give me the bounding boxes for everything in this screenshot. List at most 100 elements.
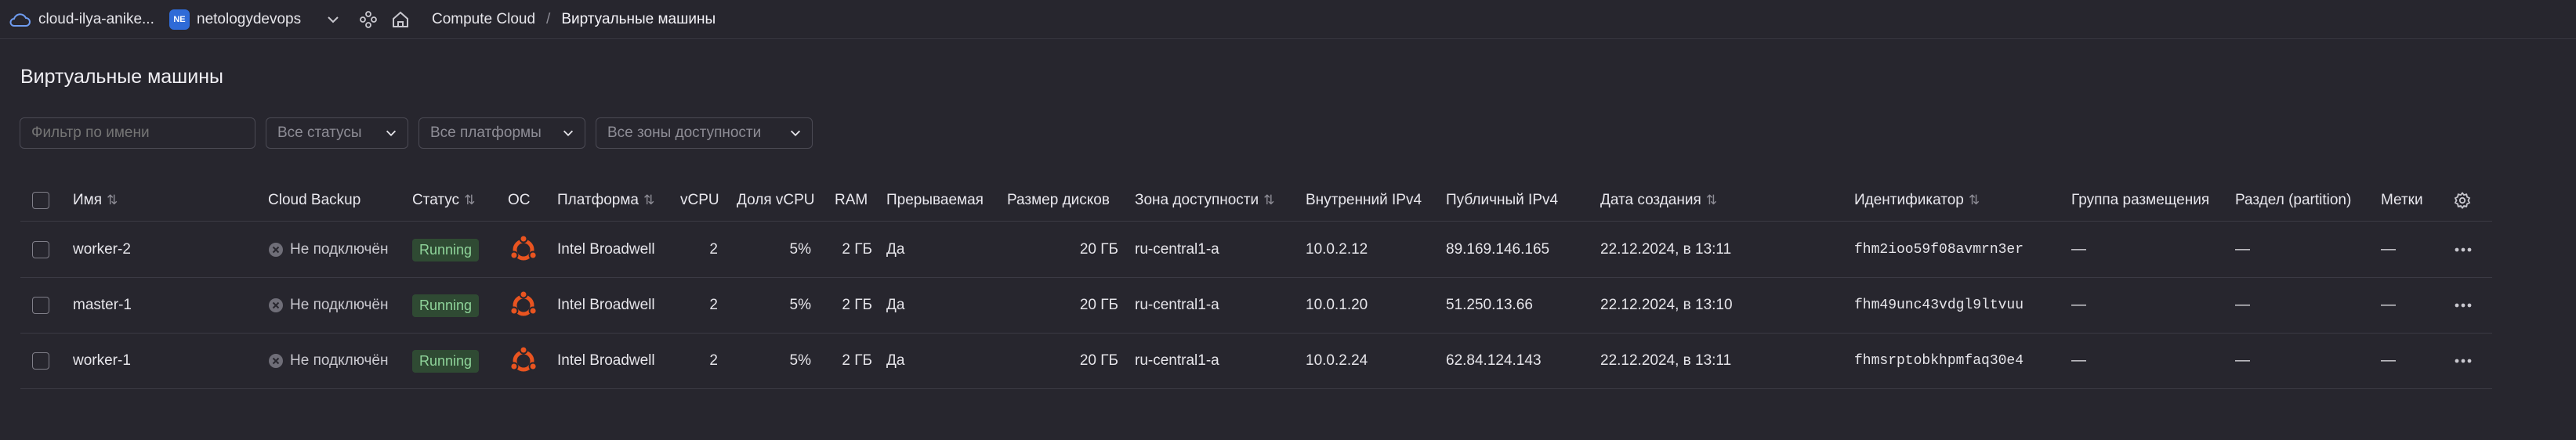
- vm-name[interactable]: worker-1: [73, 334, 131, 388]
- page-title: Виртуальные машины: [20, 66, 223, 88]
- vm-id: fhm2ioo59f08avmrn3er: [1854, 242, 2024, 258]
- sort-icon: ⇅: [1705, 193, 1718, 207]
- platform: Intel Broadwell: [557, 241, 655, 258]
- ipv4-internal: 10.0.2.12: [1306, 241, 1368, 258]
- ubuntu-icon: [509, 334, 538, 388]
- col-vcpu-share: Доля vCPU: [737, 192, 815, 208]
- vm-id: fhmsrptobkhpmfaq30e4: [1854, 353, 2024, 369]
- col-name[interactable]: Имя ⇅: [73, 180, 118, 221]
- col-disk: Размер дисков: [1007, 192, 1110, 208]
- vcpu-share: 5%: [789, 241, 811, 258]
- cloud-icon: [9, 13, 31, 27]
- col-platform[interactable]: Платформа ⇅: [557, 180, 654, 221]
- chevron-down-icon[interactable]: [325, 9, 341, 30]
- backup-status-label: Не подключён: [290, 352, 389, 369]
- zone-filter-value: Все зоны доступности: [607, 124, 762, 141]
- status-filter-select[interactable]: Все статусы: [266, 117, 408, 149]
- more-actions-icon[interactable]: [2455, 278, 2472, 333]
- chevron-down-icon: [563, 130, 574, 136]
- vm-name[interactable]: master-1: [73, 278, 132, 333]
- sort-icon: ⇅: [1263, 193, 1275, 207]
- row-checkbox[interactable]: [32, 241, 49, 258]
- col-vcpu: vCPU: [680, 192, 719, 208]
- zone: ru-central1-a: [1135, 297, 1219, 313]
- platform-filter-value: Все платформы: [430, 124, 542, 141]
- col-id-label: Идентификатор: [1854, 192, 1964, 208]
- select-all-checkbox[interactable]: [32, 192, 49, 209]
- col-zone[interactable]: Зона доступности ⇅: [1135, 180, 1274, 221]
- preemptible: Да: [886, 352, 905, 369]
- cloud-name: cloud-ilya-anike...: [38, 11, 154, 27]
- platform: Intel Broadwell: [557, 352, 655, 369]
- labels: —: [2381, 352, 2396, 369]
- sort-icon: ⇅: [464, 193, 476, 207]
- platform: Intel Broadwell: [557, 297, 655, 313]
- preemptible: Да: [886, 297, 905, 313]
- ram: 2 ГБ: [842, 241, 872, 258]
- disk-size: 20 ГБ: [1079, 241, 1118, 258]
- org-selector[interactable]: NE netologydevops: [169, 9, 301, 30]
- org-badge: NE: [169, 9, 190, 30]
- backup-status-label: Не подключён: [290, 297, 389, 313]
- x-circle-icon: [269, 354, 283, 368]
- col-created[interactable]: Дата создания ⇅: [1600, 180, 1717, 221]
- col-status[interactable]: Статус ⇅: [412, 180, 475, 221]
- top-bar: cloud-ilya-anike... NE netologydevops Co…: [0, 0, 2576, 39]
- cloud-selector[interactable]: cloud-ilya-anike...: [8, 9, 154, 30]
- status-badge: Running: [412, 294, 480, 317]
- more-actions-icon[interactable]: [2455, 334, 2472, 388]
- name-filter-input[interactable]: [20, 117, 255, 149]
- partition: —: [2235, 352, 2250, 369]
- table-row[interactable]: worker-2 Не подключён Running Intel Broa…: [20, 222, 2492, 278]
- vm-name[interactable]: worker-2: [73, 222, 131, 277]
- breadcrumb-separator: /: [546, 11, 551, 27]
- backup-status: Не подключён: [268, 334, 389, 388]
- breadcrumb-current: Виртуальные машины: [561, 11, 716, 27]
- table-row[interactable]: worker-1 Не подключён Running Intel Broa…: [20, 334, 2492, 389]
- more-actions-icon[interactable]: [2455, 222, 2472, 277]
- status-badge: Running: [412, 349, 480, 373]
- zone: ru-central1-a: [1135, 241, 1219, 258]
- ipv4-internal: 10.0.2.24: [1306, 352, 1368, 369]
- zone: ru-central1-a: [1135, 352, 1219, 369]
- platform-filter-select[interactable]: Все платформы: [418, 117, 585, 149]
- backup-status: Не подключён: [268, 222, 389, 277]
- col-status-label: Статус: [412, 192, 460, 208]
- zone-filter-select[interactable]: Все зоны доступности: [596, 117, 813, 149]
- created-date: 22.12.2024, в 13:11: [1600, 352, 1732, 369]
- vcpu: 2: [709, 241, 718, 258]
- backup-status: Не подключён: [268, 278, 389, 333]
- disk-size: 20 ГБ: [1079, 297, 1118, 313]
- placement-group: —: [2071, 352, 2086, 369]
- row-checkbox[interactable]: [32, 297, 49, 314]
- org-name: netologydevops: [197, 11, 302, 27]
- vcpu: 2: [709, 297, 718, 313]
- placement-group: —: [2071, 241, 2086, 258]
- chevron-down-icon: [386, 130, 397, 136]
- ipv4-public: 89.169.146.165: [1446, 241, 1550, 258]
- vcpu-share: 5%: [789, 297, 811, 313]
- col-zone-label: Зона доступности: [1135, 192, 1259, 208]
- col-created-label: Дата создания: [1600, 192, 1701, 208]
- col-name-label: Имя: [73, 192, 103, 208]
- gear-icon[interactable]: [2453, 180, 2472, 221]
- table-row[interactable]: master-1 Не подключён Running Intel Broa…: [20, 278, 2492, 334]
- vm-id: fhm49unc43vdgl9ltvuu: [1854, 298, 2024, 313]
- col-backup: Cloud Backup: [268, 192, 361, 208]
- labels: —: [2381, 297, 2396, 313]
- ipv4-public: 62.84.124.143: [1446, 352, 1542, 369]
- partition: —: [2235, 297, 2250, 313]
- services-icon[interactable]: [359, 9, 378, 30]
- created-date: 22.12.2024, в 13:10: [1600, 297, 1733, 313]
- sort-icon: ⇅: [107, 193, 118, 207]
- breadcrumb-service[interactable]: Compute Cloud: [432, 11, 535, 28]
- home-icon[interactable]: [390, 9, 411, 30]
- col-ipv4-internal: Внутренний IPv4: [1306, 192, 1422, 208]
- col-labels: Метки: [2381, 192, 2423, 208]
- status-filter-value: Все статусы: [277, 124, 362, 141]
- row-checkbox[interactable]: [32, 352, 49, 370]
- col-ram: RAM: [835, 192, 868, 208]
- col-id[interactable]: Идентификатор ⇅: [1854, 180, 1980, 221]
- col-platform-label: Платформа: [557, 192, 639, 208]
- ipv4-public: 51.250.13.66: [1446, 297, 1533, 313]
